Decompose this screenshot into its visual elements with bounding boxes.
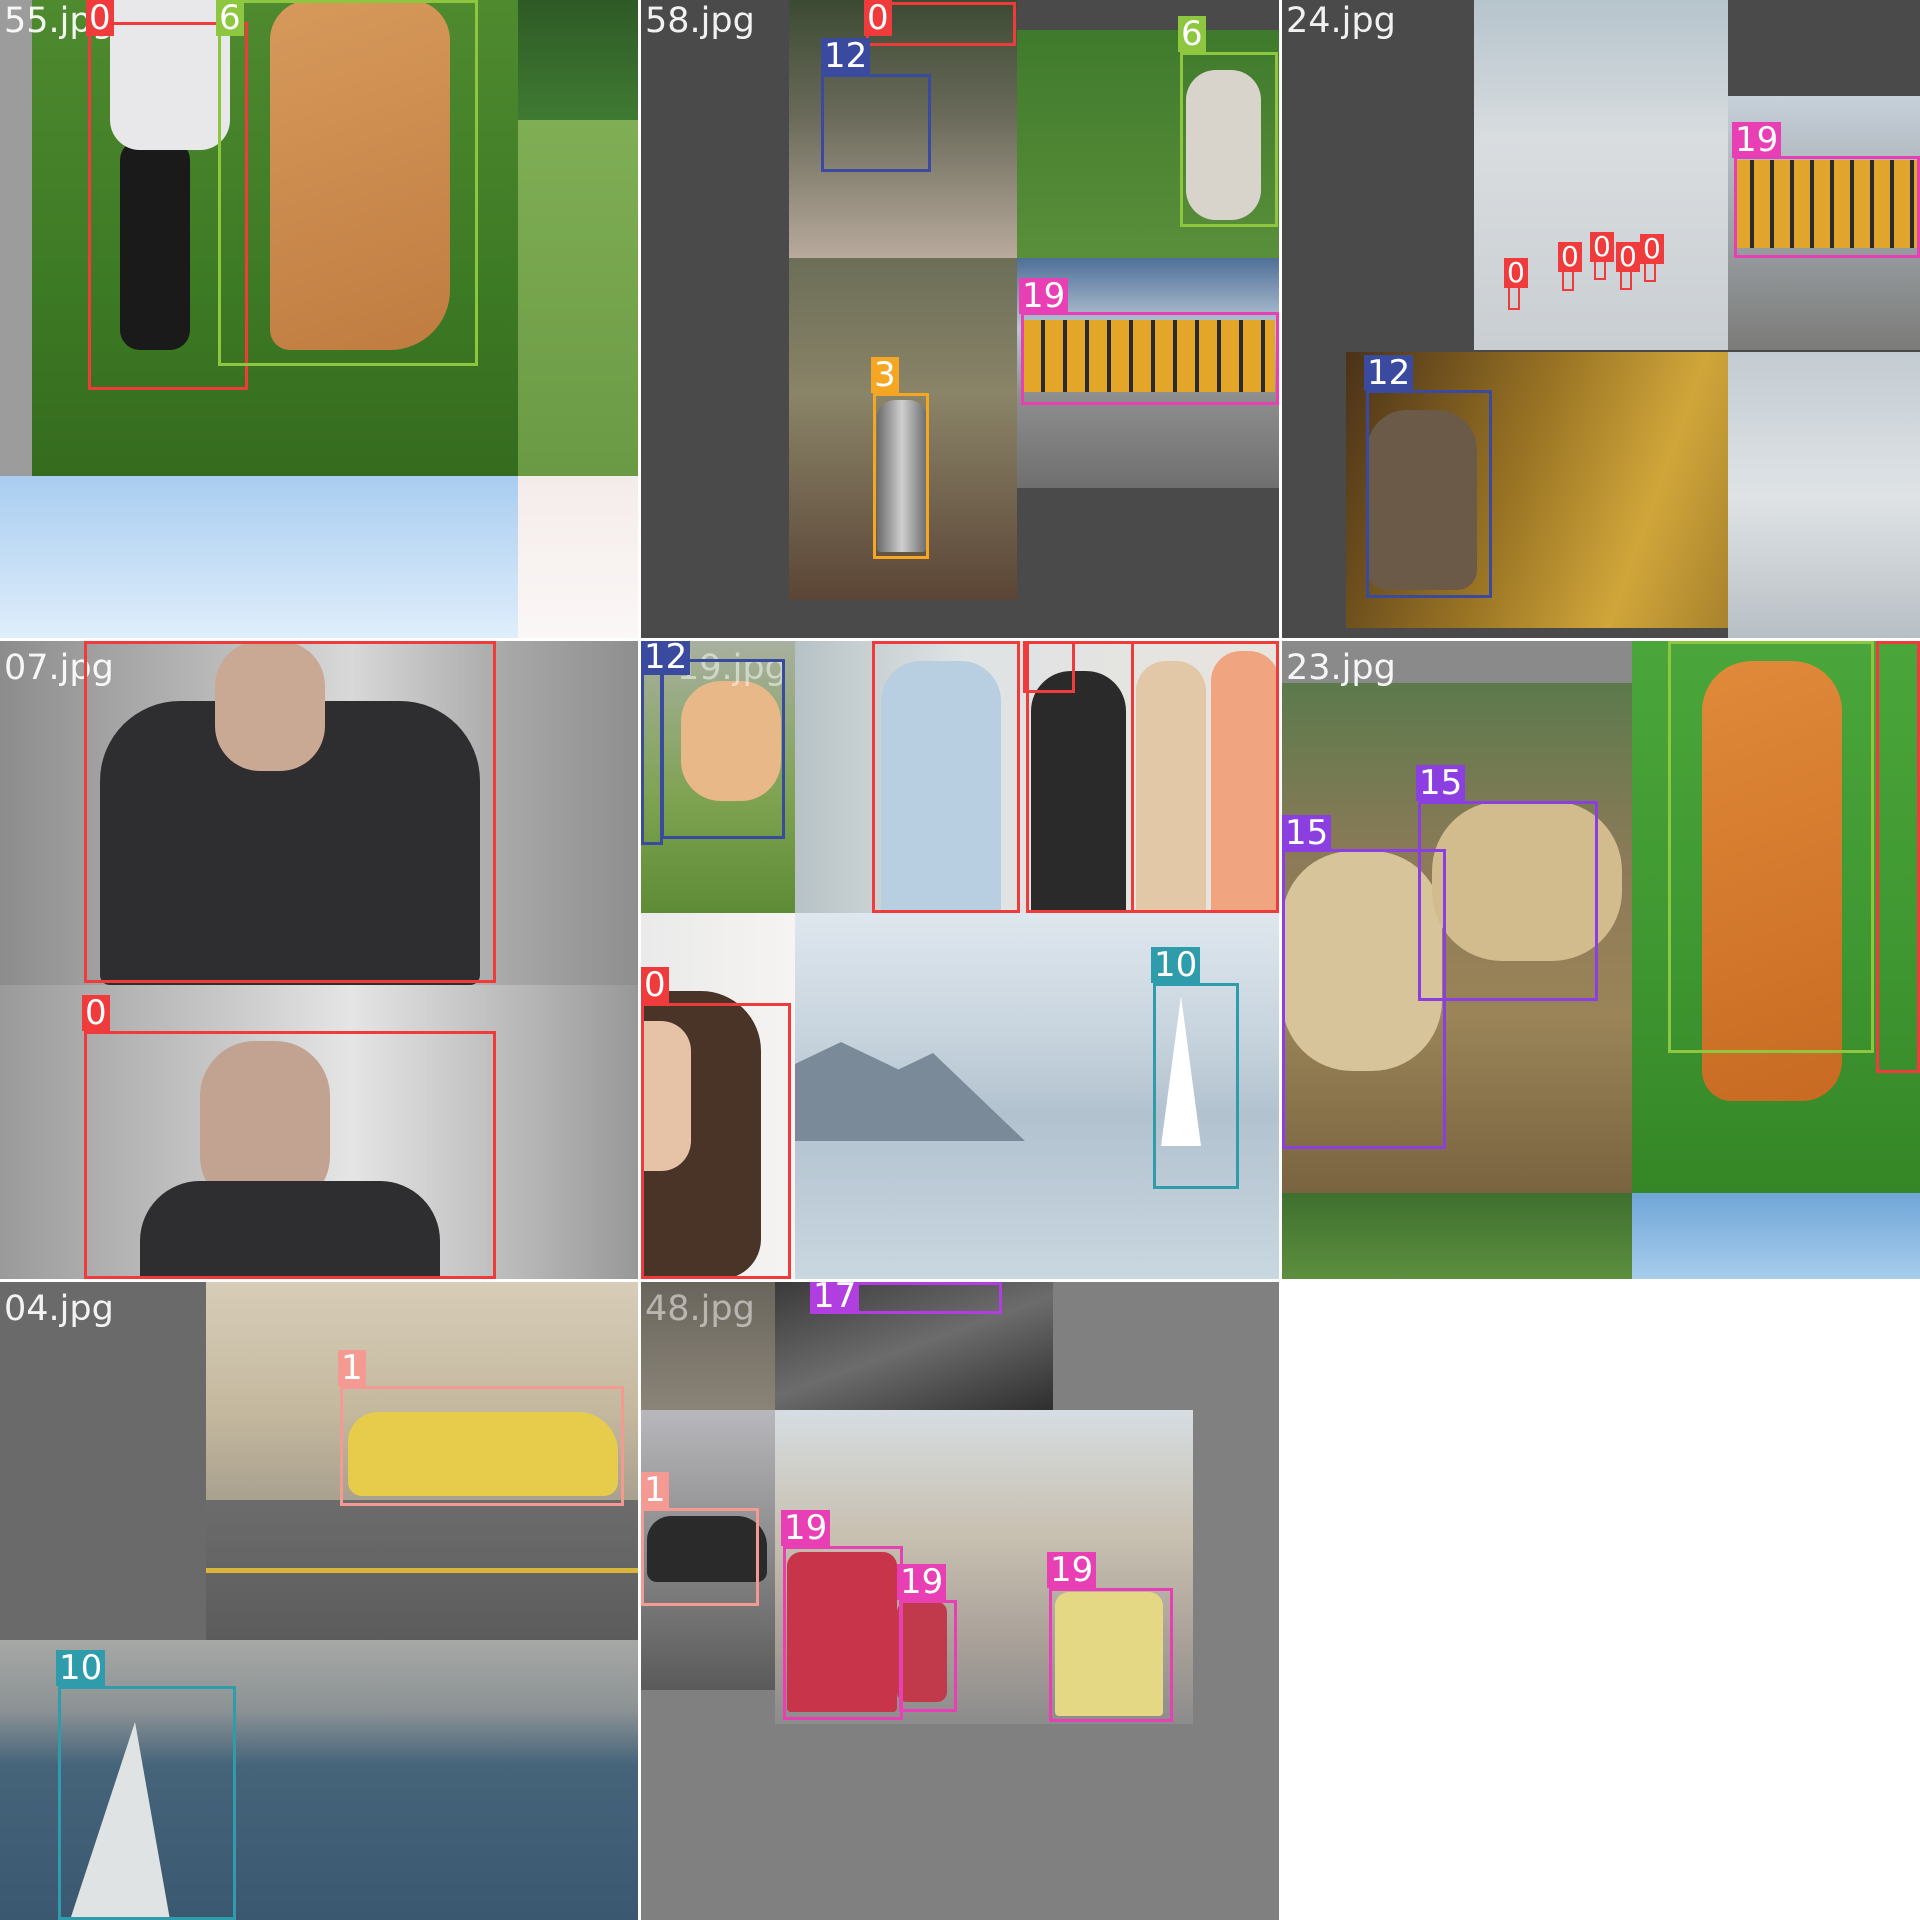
bbox-bus bbox=[783, 1546, 903, 1720]
bbox-dog bbox=[1180, 52, 1278, 227]
bbox-label: 12 bbox=[821, 38, 871, 74]
bbox-label: 0 bbox=[1558, 242, 1582, 272]
bbox-person bbox=[872, 641, 1020, 913]
tile-divider bbox=[0, 638, 1920, 640]
bbox-label: 0 bbox=[82, 995, 110, 1031]
bbox-label: 0 bbox=[86, 0, 114, 36]
bbox-label: 6 bbox=[1178, 16, 1206, 52]
bbox-sheep bbox=[1418, 801, 1598, 1001]
bbox-label: 19 bbox=[1047, 1552, 1097, 1588]
tile-divider bbox=[638, 0, 640, 1920]
tile-19: 19.jpg 12 12 0 0 0 0 0 10 bbox=[641, 641, 1279, 1279]
mosaic-grid: 55.jpg 0 6 58.jpg 0 12 6 3 19 24.jpg 19 … bbox=[0, 0, 1920, 1920]
bbox-cat bbox=[821, 74, 931, 172]
bbox-label: 17 bbox=[810, 1282, 860, 1314]
bbox-boat bbox=[58, 1686, 236, 1920]
bbox-label: 0 bbox=[864, 0, 892, 36]
bbox-dog bbox=[218, 0, 478, 366]
bbox-label: 15 bbox=[1416, 765, 1466, 801]
bbox-label: 19 bbox=[1732, 122, 1782, 158]
bbox-label: 1 bbox=[641, 1472, 669, 1508]
bbox-label: 12 bbox=[641, 641, 691, 675]
bbox-person bbox=[641, 1003, 791, 1279]
bbox-label: 0 bbox=[1504, 258, 1528, 288]
tile-23: 23.jpg 6 0 15 15 bbox=[1282, 641, 1920, 1279]
bbox-person bbox=[1876, 641, 1920, 1073]
bbox-boat bbox=[1153, 983, 1239, 1189]
bbox-label: 0 bbox=[1616, 242, 1640, 272]
bbox-label: 3 bbox=[871, 357, 899, 393]
tile-divider bbox=[0, 1279, 1282, 1281]
hall-photo-2 bbox=[1728, 352, 1920, 638]
bbox-bus bbox=[1021, 312, 1279, 405]
bbox-car bbox=[641, 1508, 759, 1606]
tile-divider bbox=[1279, 0, 1281, 1282]
bbox-label: 6 bbox=[216, 0, 244, 36]
bbox-label: 0 bbox=[641, 967, 669, 1003]
trees-photo bbox=[1282, 1193, 1632, 1279]
wet-road-photo bbox=[641, 1282, 775, 1410]
sky-photo bbox=[0, 476, 518, 638]
bbox-person bbox=[1131, 641, 1279, 913]
road-line bbox=[206, 1568, 638, 1573]
bbox-bus bbox=[1049, 1588, 1173, 1722]
bbox-label: 10 bbox=[56, 1650, 106, 1686]
tile-24: 24.jpg 19 12 0 0 0 0 0 bbox=[1282, 0, 1920, 638]
bbox-label: 10 bbox=[1151, 947, 1201, 983]
bbox-dog bbox=[1668, 641, 1874, 1053]
bbox-person bbox=[84, 641, 496, 983]
bbox-label: 1 bbox=[338, 1350, 366, 1386]
sky-photo bbox=[1632, 1193, 1920, 1279]
tile-58: 58.jpg 0 12 6 3 19 bbox=[641, 0, 1279, 638]
tile-48: 48.jpg 17 1 19 19 19 bbox=[641, 1282, 1279, 1920]
bbox-label: 0 bbox=[1590, 232, 1614, 262]
bbox-label: 0 bbox=[1640, 234, 1664, 264]
tile-04: 04.jpg 1 10 bbox=[0, 1282, 638, 1920]
bbox-car bbox=[340, 1386, 624, 1506]
bbox-label: 19 bbox=[897, 1564, 947, 1600]
bbox-label: 19 bbox=[781, 1510, 831, 1546]
bbox-label: 19 bbox=[1019, 278, 1069, 314]
bbox-cat bbox=[1366, 390, 1492, 598]
bbox-person-face bbox=[1023, 641, 1075, 693]
padding-region bbox=[0, 0, 32, 476]
bbox-bus bbox=[1734, 156, 1920, 258]
bbox-bottle bbox=[873, 393, 929, 559]
bbox-cat bbox=[661, 659, 785, 839]
pale-photo bbox=[518, 476, 638, 638]
lawn-photo bbox=[518, 120, 638, 476]
tile-07: 07.jpg 0 0 bbox=[0, 641, 638, 1279]
bbox-bus bbox=[899, 1600, 957, 1712]
trees-photo bbox=[518, 0, 638, 120]
bbox-label: 15 bbox=[1282, 815, 1332, 851]
bbox-person bbox=[84, 1031, 496, 1279]
tile-55: 55.jpg 0 6 bbox=[0, 0, 638, 638]
bbox-label: 12 bbox=[1364, 355, 1414, 391]
